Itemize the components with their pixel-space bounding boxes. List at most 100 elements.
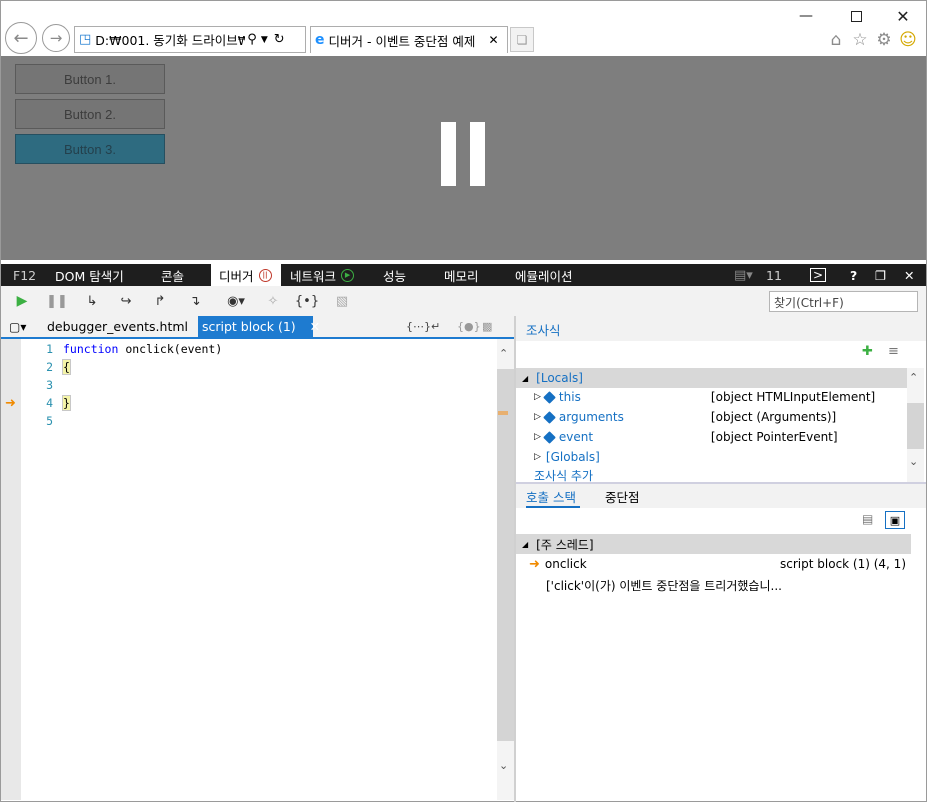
- tab-breakpoints[interactable]: 중단점: [605, 487, 640, 506]
- collapsed-triangle-icon: ▷: [534, 392, 541, 402]
- editor-scroll-thumb[interactable]: [497, 369, 514, 741]
- collapsed-triangle-icon: ▷: [534, 432, 541, 442]
- pretty-print-icon[interactable]: {⋯}: [406, 316, 431, 337]
- tab-dom-explorer[interactable]: DOM 탐색기: [55, 264, 124, 286]
- add-watch-icon[interactable]: ✚: [862, 344, 873, 359]
- close-icon[interactable]: ✕: [889, 6, 917, 26]
- arrow-right-icon: →: [49, 29, 63, 47]
- tab-network[interactable]: 네트워크 ▶: [290, 264, 355, 286]
- favorites-star-icon[interactable]: ☆: [850, 30, 870, 50]
- tab-performance[interactable]: 성능: [383, 264, 406, 286]
- play-badge-icon: ▶: [341, 268, 355, 282]
- code-line-2: {: [62, 359, 71, 375]
- keyword-function: function: [63, 342, 119, 356]
- address-text: D:₩001. 동기화 드라이브₩C: [95, 33, 246, 48]
- line-number: 4: [46, 396, 53, 410]
- break-on-new-worker-icon[interactable]: ↴: [184, 290, 206, 312]
- delete-all-watches-icon[interactable]: ≡: [888, 344, 899, 359]
- scroll-up-icon[interactable]: ⌃: [499, 347, 508, 360]
- forward-button[interactable]: →: [42, 24, 70, 52]
- page-button-2[interactable]: Button 2.: [15, 99, 165, 129]
- code-editor[interactable]: ➜ 1 2 3 4 5 function onclick(event) { } …: [1, 339, 514, 800]
- open-document-icon[interactable]: ▢▾: [9, 316, 26, 337]
- step-out-icon[interactable]: ↱: [149, 290, 171, 312]
- current-frame-arrow-icon: ➜: [529, 556, 540, 572]
- globals-row[interactable]: ▷ [Globals]: [516, 447, 908, 467]
- console-prompt-icon[interactable]: >: [810, 264, 827, 286]
- arrow-left-icon: ←: [13, 27, 29, 49]
- blackbox-icon[interactable]: ▩: [482, 316, 492, 337]
- ie-logo-icon: e: [315, 32, 325, 48]
- show-call-site-icon[interactable]: ▤: [862, 512, 873, 526]
- page-button-3[interactable]: Button 3.: [15, 134, 165, 164]
- tab-title: 디버거 - 이벤트 중단점 예제: [328, 33, 476, 49]
- settings-gear-icon[interactable]: ⚙: [874, 30, 894, 50]
- locals-row[interactable]: ◢ [Locals]: [516, 368, 908, 388]
- exception-behavior-icon[interactable]: ◉▾: [221, 290, 251, 312]
- show-native-code-icon[interactable]: ▣: [885, 511, 905, 529]
- tab-callstack[interactable]: 호출 스택: [526, 487, 576, 506]
- smiley-feedback-icon[interactable]: ☺: [898, 30, 918, 50]
- locals-label: [Locals]: [536, 371, 583, 385]
- tab-debugger[interactable]: 디버거 ||: [211, 264, 281, 286]
- disconnect-icon[interactable]: ✧: [262, 290, 284, 312]
- watch-title: 조사식: [526, 323, 561, 338]
- watch-row-event[interactable]: ▷ event [object PointerEvent]: [516, 427, 908, 447]
- browser-tab[interactable]: e 디버거 - 이벤트 중단점 예제 ✕: [310, 26, 508, 53]
- file-tab-debugger-events[interactable]: debugger_events.html: [47, 316, 188, 337]
- refresh-icon[interactable]: ↻: [274, 32, 285, 47]
- callstack-panel: 호출 스택 중단점 ▤ ▣ ◢ [주 스레드] ➜ onclick script…: [516, 484, 926, 800]
- globals-label: [Globals]: [545, 450, 600, 464]
- just-my-code-icon[interactable]: {•}: [295, 290, 319, 312]
- object-icon: [543, 430, 556, 444]
- line-number: 3: [46, 378, 53, 392]
- continue-icon[interactable]: ▶: [11, 290, 33, 312]
- watch-row-this[interactable]: ▷ this [object HTMLInputElement]: [516, 387, 908, 407]
- scroll-down-icon[interactable]: ⌄: [499, 759, 508, 772]
- dropdown-icon[interactable]: ▼: [261, 35, 268, 45]
- ie-page-icon: ◳: [79, 32, 92, 47]
- watch-scroll-up-icon[interactable]: ⌃: [909, 371, 918, 384]
- step-into-icon[interactable]: ↳: [81, 290, 103, 312]
- address-bar[interactable]: ◳ D:₩001. 동기화 드라이브₩C ⚲ ▼ ↻: [74, 26, 306, 53]
- break-icon[interactable]: ❚❚: [46, 290, 68, 312]
- help-icon[interactable]: ?: [850, 264, 857, 286]
- close-file-tab-icon[interactable]: ✕: [310, 319, 320, 334]
- main-thread-label: [주 스레드]: [536, 537, 594, 552]
- watch-scroll-thumb[interactable]: [907, 403, 924, 449]
- undock-icon[interactable]: ❐: [875, 264, 886, 286]
- devtools-tab-bar: F12 DOM 탐색기 콘솔 디버거 || 네트워크 ▶ 성능 메모리 에뮬레이…: [1, 264, 926, 286]
- step-over-icon[interactable]: ↪: [115, 290, 137, 312]
- file-tab-script-block[interactable]: script block (1) ✕: [198, 316, 320, 337]
- tab-emulation[interactable]: 에뮬레이션: [515, 264, 573, 286]
- expanded-triangle-icon: ◢: [522, 373, 529, 383]
- source-map-icon[interactable]: {●}: [457, 316, 481, 337]
- word-wrap-icon[interactable]: ↵: [431, 316, 440, 337]
- add-watch-link[interactable]: 조사식 추가: [534, 467, 593, 482]
- code-line-4: }: [62, 395, 71, 411]
- new-tab-button[interactable]: ❏: [510, 27, 534, 52]
- frame-location: script block (1) (4, 1): [780, 557, 906, 571]
- clear-breakpoints-icon[interactable]: ▧: [331, 290, 353, 312]
- watch-name: event: [558, 430, 594, 444]
- watch-row-arguments[interactable]: ▷ arguments [object (Arguments)]: [516, 407, 908, 427]
- watch-scroll-down-icon[interactable]: ⌄: [909, 455, 918, 468]
- home-icon[interactable]: ⌂: [826, 30, 846, 50]
- minimize-icon[interactable]: —: [792, 6, 820, 26]
- close-tab-icon[interactable]: ✕: [489, 33, 499, 47]
- current-line-marker: [498, 411, 508, 415]
- find-input[interactable]: 찾기(Ctrl+F): [769, 291, 918, 312]
- maximize-icon[interactable]: [842, 6, 870, 26]
- watch-value: [object PointerEvent]: [710, 430, 838, 444]
- active-tab-underline: [526, 506, 580, 508]
- back-button[interactable]: ←: [5, 22, 37, 54]
- monitor-icon[interactable]: ▤▾: [734, 264, 753, 286]
- tab-console[interactable]: 콘솔: [161, 264, 184, 286]
- close-devtools-icon[interactable]: ✕: [904, 264, 914, 286]
- search-icon[interactable]: ⚲: [247, 32, 257, 47]
- tab-memory[interactable]: 메모리: [444, 264, 479, 286]
- main-thread-row[interactable]: ◢ [주 스레드]: [516, 534, 911, 554]
- expanded-triangle-icon: ◢: [522, 539, 529, 549]
- page-button-1[interactable]: Button 1.: [15, 64, 165, 94]
- watch-value: [object (Arguments)]: [710, 410, 837, 424]
